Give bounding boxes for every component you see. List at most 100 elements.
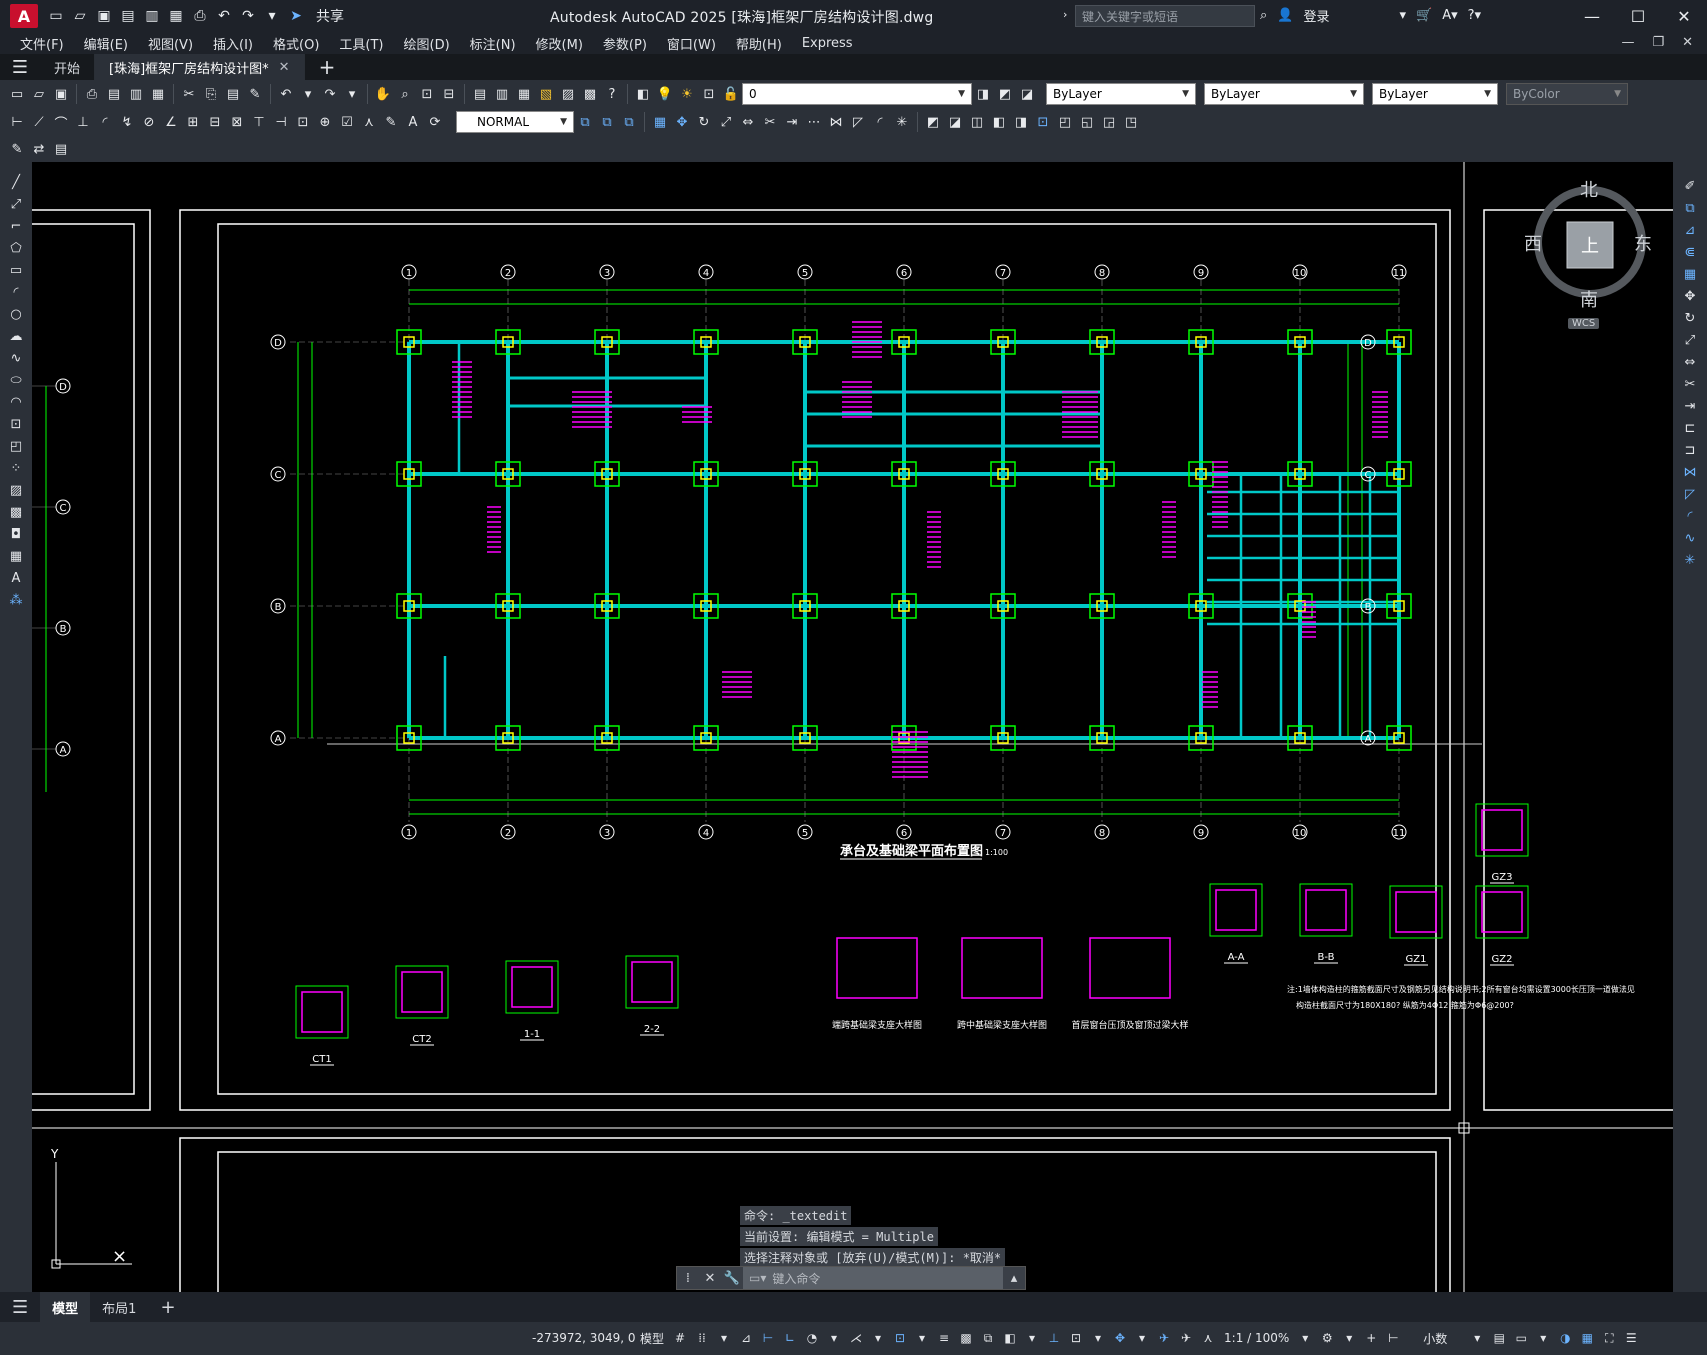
ortho-icon[interactable]: ∟: [780, 1328, 800, 1348]
blend-icon[interactable]: ∿: [1679, 528, 1701, 549]
menu-item[interactable]: 修改(M): [526, 34, 593, 53]
ellipse-arc-icon[interactable]: ◠: [5, 392, 27, 413]
undo-icon[interactable]: ↶: [214, 6, 234, 26]
workspace-dropdown-icon[interactable]: ▾: [1339, 1328, 1359, 1348]
viewcube-top-face[interactable]: 上: [1581, 232, 1599, 258]
layer-select[interactable]: 0 ▼: [742, 83, 972, 105]
close-icon[interactable]: ✕: [1661, 0, 1707, 32]
close-command-icon[interactable]: ✕: [699, 1271, 721, 1286]
color-select[interactable]: ByLayer ▼: [1046, 83, 1196, 105]
break-icon[interactable]: ⊐: [1679, 440, 1701, 461]
layer-previous-icon[interactable]: ◩: [994, 84, 1016, 104]
new-tab-icon[interactable]: +: [305, 55, 350, 79]
hamburger-menu-icon[interactable]: ☰: [0, 57, 40, 78]
stretch-icon[interactable]: ⇔: [1679, 352, 1701, 373]
extend-icon[interactable]: ⇥: [781, 112, 803, 132]
linetype-select[interactable]: ByLayer ▼: [1204, 83, 1364, 105]
arc-length-icon[interactable]: ⌒: [50, 112, 72, 132]
quick-properties-icon[interactable]: ▤: [1489, 1328, 1509, 1348]
move-icon[interactable]: ✥: [1679, 286, 1701, 307]
open-web-icon[interactable]: ▥: [142, 6, 162, 26]
share-icon[interactable]: ➤: [286, 6, 306, 26]
tab-layout1[interactable]: 布局1: [90, 1292, 148, 1322]
stretch-icon[interactable]: ⇔: [737, 112, 759, 132]
clean-screen-icon[interactable]: ⛶: [1599, 1328, 1619, 1348]
layer-on-icon[interactable]: 💡: [654, 84, 676, 104]
annotation-scale-value[interactable]: 1:1 / 100%: [1220, 1328, 1293, 1348]
redo-dropdown-icon[interactable]: ▾: [341, 84, 363, 104]
doc-close-icon[interactable]: ✕: [1682, 35, 1693, 50]
command-input[interactable]: ▭▾ 键入命令: [743, 1267, 1003, 1289]
units-icon[interactable]: ⊢: [1383, 1328, 1403, 1348]
draworder-icon[interactable]: ◩: [922, 112, 944, 132]
make-block-icon[interactable]: ◰: [1054, 112, 1076, 132]
paste-icon[interactable]: ▤: [222, 84, 244, 104]
move-icon[interactable]: ✥: [671, 112, 693, 132]
qnew-icon[interactable]: ▭: [6, 84, 28, 104]
command-history-dropdown-icon[interactable]: ▴: [1003, 1271, 1025, 1286]
fillet-icon[interactable]: ◜: [869, 112, 891, 132]
dim-space-icon[interactable]: ⊤: [248, 112, 270, 132]
menu-item[interactable]: 格式(O): [263, 34, 329, 53]
save-icon[interactable]: ▣: [94, 6, 114, 26]
text-front-icon[interactable]: ◧: [988, 112, 1010, 132]
tab-start[interactable]: 开始: [40, 54, 96, 80]
tolerance-icon[interactable]: ⊡: [292, 112, 314, 132]
redo-icon[interactable]: ↷: [319, 84, 341, 104]
layer-freeze-icon[interactable]: ☀: [676, 84, 698, 104]
new-icon[interactable]: ▭: [46, 6, 66, 26]
plot-icon[interactable]: ⎙: [81, 84, 103, 104]
array-icon[interactable]: ▦: [649, 112, 671, 132]
scale-dropdown-icon[interactable]: ▾: [1295, 1328, 1315, 1348]
snap-icon[interactable]: ⁞⁞: [692, 1328, 712, 1348]
chevron-right-icon[interactable]: ›: [1063, 8, 1067, 21]
maximize-icon[interactable]: ☐: [1615, 0, 1661, 32]
customize-qat-icon[interactable]: ▾: [262, 6, 282, 26]
copy-icon[interactable]: ⧉: [1679, 198, 1701, 219]
auto-scale-icon[interactable]: ✈: [1176, 1328, 1196, 1348]
aligned-dim-icon[interactable]: ⟋: [28, 112, 50, 132]
transparency-icon[interactable]: ▩: [956, 1328, 976, 1348]
help-icon[interactable]: ?: [601, 84, 623, 104]
fillet-icon[interactable]: ◜: [1679, 506, 1701, 527]
send-back-icon[interactable]: ◫: [966, 112, 988, 132]
offset-icon[interactable]: ⧉: [618, 112, 640, 132]
rectangle-icon[interactable]: ▭: [5, 260, 27, 281]
scale-icon[interactable]: ⤢: [715, 112, 737, 132]
arc-icon[interactable]: ◜: [5, 282, 27, 303]
polyline-icon[interactable]: ⌐: [5, 216, 27, 237]
hatch-icon[interactable]: ▨: [5, 480, 27, 501]
viewcube-west[interactable]: 西: [1524, 230, 1542, 256]
annotation-monitor-icon[interactable]: +: [1361, 1328, 1381, 1348]
open-icon[interactable]: ▱: [28, 84, 50, 104]
open-icon[interactable]: ▱: [70, 6, 90, 26]
design-center-icon[interactable]: ▥: [491, 84, 513, 104]
revcloud-icon[interactable]: ☁: [5, 326, 27, 347]
erase-icon[interactable]: ✐: [1679, 176, 1701, 197]
cart-icon[interactable]: 🛒: [1416, 8, 1432, 23]
dim-break-icon[interactable]: ⊣: [270, 112, 292, 132]
dimstyle-select[interactable]: NORMAL ▼: [456, 111, 574, 133]
publish-icon[interactable]: ▥: [125, 84, 147, 104]
undo-dropdown-icon[interactable]: ▾: [297, 84, 319, 104]
tool-palettes-icon[interactable]: ▦: [513, 84, 535, 104]
array-icon[interactable]: ▦: [1679, 264, 1701, 285]
attribute-icon[interactable]: ◱: [1076, 112, 1098, 132]
selection-cycling-icon[interactable]: ⧉: [978, 1328, 998, 1348]
workspace-icon[interactable]: ⚙: [1317, 1328, 1337, 1348]
properties-icon[interactable]: ▤: [469, 84, 491, 104]
lock-dropdown-icon[interactable]: ▾: [1533, 1328, 1553, 1348]
viewcube[interactable]: 北 南 东 西 上 WCS: [1524, 180, 1652, 329]
polygon-icon[interactable]: ⬠: [5, 238, 27, 259]
undo-icon[interactable]: ↶: [275, 84, 297, 104]
help-icon[interactable]: ?▾: [1468, 8, 1481, 23]
isodraft-dropdown-icon[interactable]: ▾: [868, 1328, 888, 1348]
pan-icon[interactable]: ✋: [372, 84, 394, 104]
explode-icon[interactable]: ✳: [1679, 550, 1701, 571]
gizmo-icon[interactable]: ✥: [1110, 1328, 1130, 1348]
dynamic-ucs-icon[interactable]: ⊥: [1044, 1328, 1064, 1348]
search-icon[interactable]: ⌕: [1260, 8, 1267, 23]
break-point-icon[interactable]: ⊏: [1679, 418, 1701, 439]
snap-dropdown-icon[interactable]: ▾: [714, 1328, 734, 1348]
save-as-icon[interactable]: ▤: [118, 6, 138, 26]
